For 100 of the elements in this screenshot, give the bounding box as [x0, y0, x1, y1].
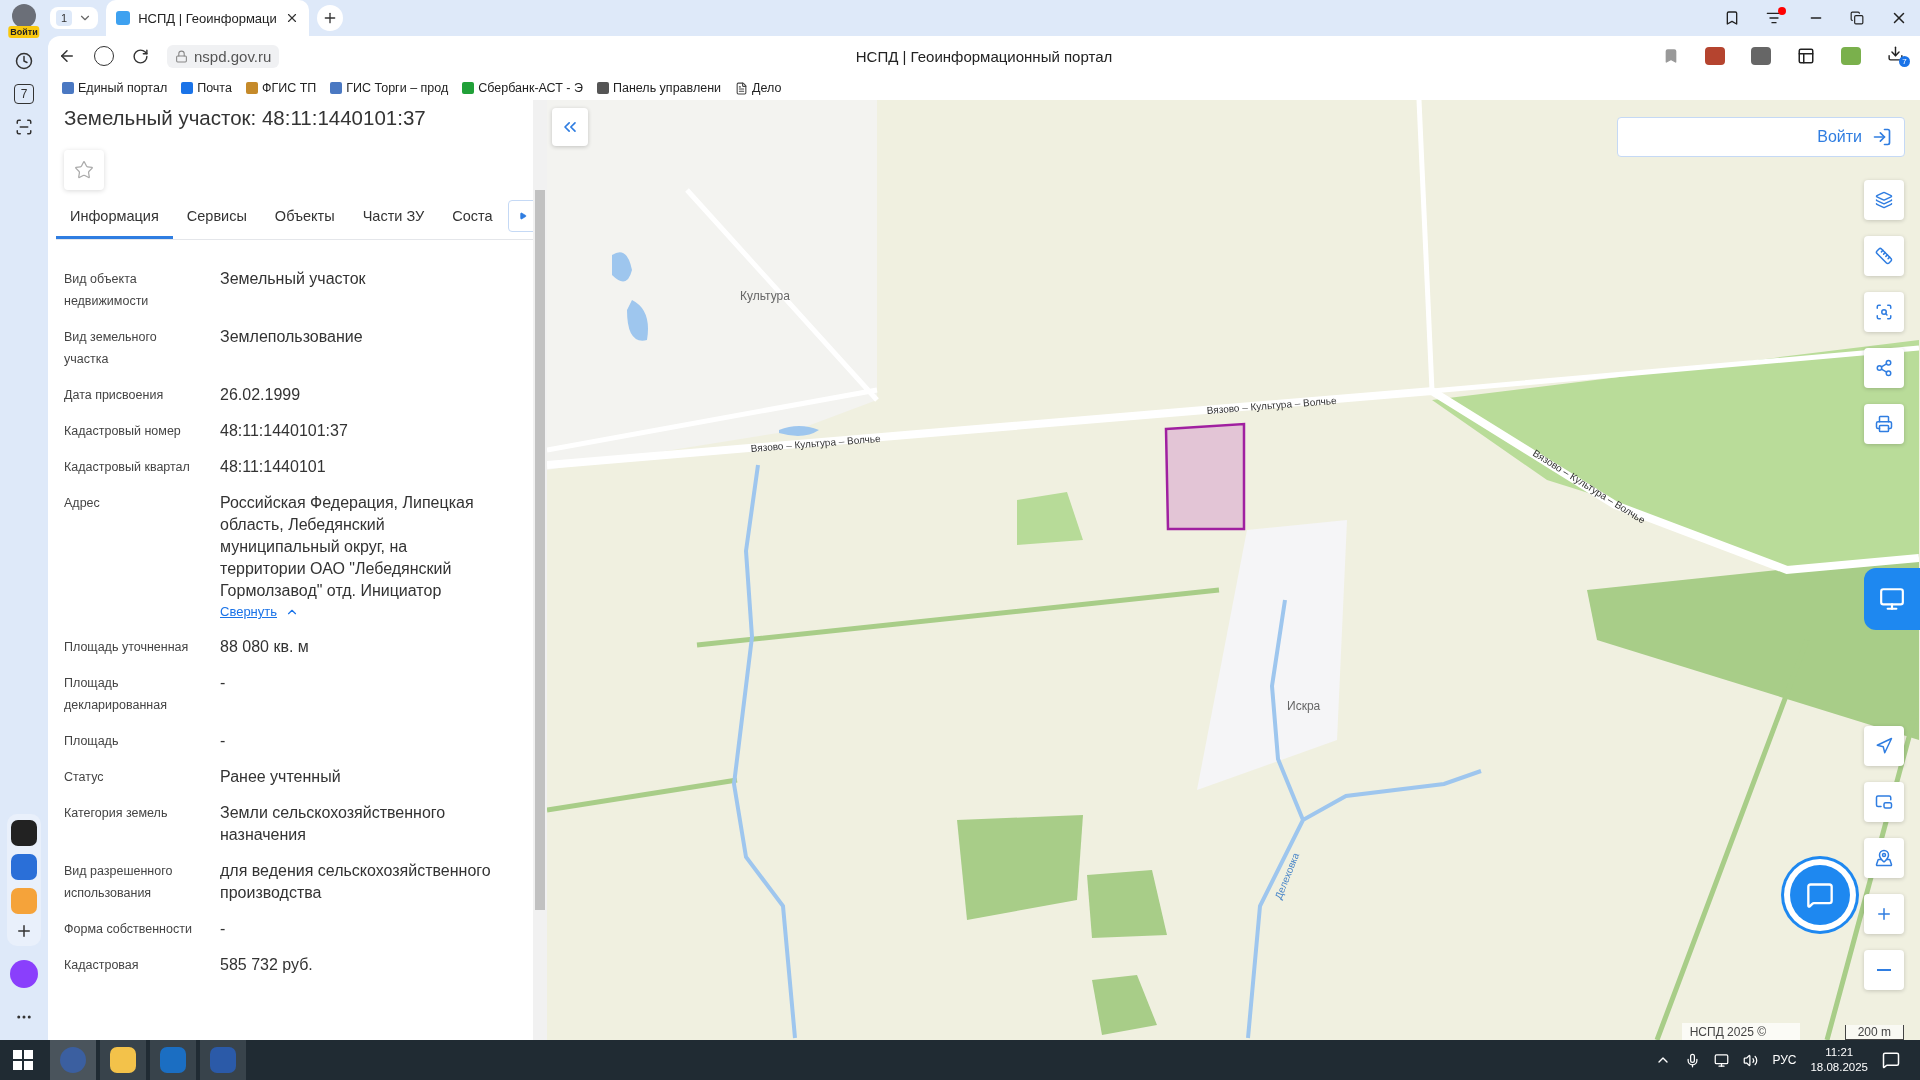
- field-value: Земли сельскохозяйственного назначения: [220, 803, 447, 845]
- site-icon: [245, 82, 258, 94]
- collapse-panel-button[interactable]: [552, 108, 588, 146]
- page-title: НСПД | Геоинформационный портал: [855, 47, 1113, 65]
- bookmark-link[interactable]: Дело: [735, 81, 782, 95]
- notification-dot: [1778, 7, 1786, 15]
- site-icon: [330, 82, 343, 94]
- history-icon[interactable]: [15, 52, 33, 70]
- browser-tab[interactable]: НСПД | Геоинформаци: [106, 0, 309, 36]
- lock-icon: [175, 49, 188, 63]
- field-label: Кадастровая: [64, 957, 140, 974]
- sign-in-badge[interactable]: Войти: [8, 26, 40, 38]
- side-panel-button[interactable]: [1864, 568, 1920, 630]
- woodland-patch: [1092, 975, 1157, 1035]
- place-search-button[interactable]: [1864, 838, 1904, 878]
- assistant-icon[interactable]: [10, 960, 38, 988]
- restore-icon[interactable]: [1850, 11, 1864, 25]
- bookmarks-icon[interactable]: [1724, 10, 1740, 26]
- microphone-icon[interactable]: [1685, 1052, 1701, 1068]
- tab-counter[interactable]: 1: [50, 7, 99, 29]
- minimap-button[interactable]: [1864, 782, 1904, 822]
- field-label: Кадастровый квартал: [64, 459, 191, 476]
- extension-icon[interactable]: [1797, 47, 1815, 65]
- panel-tab[interactable]: Информация: [56, 208, 173, 239]
- chat-icon: [1806, 881, 1834, 909]
- field-value: Землепользование: [220, 327, 364, 347]
- zoom-in-button[interactable]: [1864, 894, 1904, 934]
- folder-icon: [110, 1047, 136, 1073]
- field-label: Площадь уточненная: [64, 639, 190, 656]
- area-search-button[interactable]: [1864, 292, 1904, 332]
- site-icon: [181, 82, 194, 94]
- add-icon[interactable]: [15, 922, 33, 940]
- notifications-icon[interactable]: [1882, 1051, 1900, 1069]
- ruler-button[interactable]: [1864, 236, 1904, 276]
- back-icon[interactable]: [58, 47, 76, 65]
- bookmark-link[interactable]: Сбербанк-АСТ - Э: [462, 81, 583, 95]
- panel-tab[interactable]: Сервисы: [172, 208, 261, 239]
- field-value: 585 732 руб.: [220, 955, 314, 975]
- scrollbar[interactable]: [533, 100, 547, 1040]
- tabs-scroll-button[interactable]: [508, 200, 533, 232]
- print-icon: [1875, 415, 1893, 433]
- panel-tab[interactable]: Части ЗУ: [348, 208, 439, 239]
- field-label: Категория земель: [64, 805, 169, 822]
- field-label: Вид объекта недвижимости: [64, 271, 150, 310]
- layers-icon: [1875, 191, 1893, 209]
- field-label: Адрес: [64, 495, 101, 512]
- field-label: Статус: [64, 769, 105, 786]
- road-label: Вязово – Культура – Волчье: [1206, 394, 1337, 416]
- share-button[interactable]: [1864, 348, 1904, 388]
- app-icon[interactable]: [11, 820, 37, 846]
- collapse-link[interactable]: Свернуть: [220, 602, 277, 622]
- field-value: -: [220, 919, 227, 939]
- language-indicator[interactable]: РУС: [1772, 1053, 1797, 1067]
- bookmark-link[interactable]: Почта: [181, 81, 232, 95]
- panel-tab[interactable]: Соста: [438, 208, 507, 239]
- minus-icon: [1877, 969, 1891, 971]
- print-button[interactable]: [1864, 404, 1904, 444]
- star-icon: [74, 160, 94, 180]
- field-label: Вид земельного участка: [64, 329, 158, 368]
- field-value: 26.02.1999: [220, 385, 302, 405]
- field-label: Вид разрешенного использования: [64, 863, 174, 902]
- volume-icon[interactable]: [1743, 1052, 1759, 1068]
- clock[interactable]: 11:21 18.08.2025: [1810, 1045, 1868, 1075]
- navigation-arrow-icon: [1875, 737, 1893, 755]
- bookmark-link[interactable]: Панель управлени: [596, 81, 722, 95]
- bookmark-link[interactable]: ГИС Торги – прод: [330, 81, 449, 95]
- road-label: Вязово – Культура – Волчье: [750, 432, 881, 454]
- network-icon[interactable]: [1714, 1052, 1730, 1068]
- folder-taskbar-button[interactable]: [100, 1040, 146, 1080]
- bookmark-link[interactable]: ФГИС ТП: [245, 81, 317, 95]
- reload-icon[interactable]: [132, 47, 149, 65]
- field-value: 48:11:1440101:37: [220, 421, 349, 441]
- calendar-icon[interactable]: 7: [14, 84, 34, 104]
- bookmark-icon[interactable]: [1663, 48, 1679, 64]
- locate-button[interactable]: [1864, 726, 1904, 766]
- place-label: Культура: [740, 289, 790, 303]
- field-value: 48:11:1440101: [220, 457, 327, 477]
- field-value: Земельный участок: [220, 269, 367, 289]
- login-button[interactable]: Войти: [1617, 117, 1905, 157]
- layers-button[interactable]: [1864, 180, 1904, 220]
- new-tab-button[interactable]: [316, 5, 343, 31]
- parcel-title: Земельный участок: 48:11:1440101:37: [64, 106, 427, 130]
- address-bar[interactable]: nspd.gov.ru: [167, 44, 280, 68]
- field-value: -: [220, 731, 227, 751]
- field-value: -: [220, 673, 227, 693]
- play-icon: [519, 212, 527, 220]
- screenshot-icon[interactable]: [15, 118, 33, 136]
- plus-icon: [1875, 905, 1893, 923]
- field-value: 88 080 кв. м: [220, 637, 310, 657]
- document-icon: [735, 81, 749, 95]
- search-icon: [1875, 303, 1893, 321]
- scale-bar: 200 m: [1844, 1025, 1904, 1040]
- map-pin-icon: [1875, 849, 1893, 867]
- panel-tab[interactable]: Объекты: [260, 208, 349, 239]
- ruler-icon: [1875, 247, 1893, 265]
- document-icon: [210, 1047, 236, 1073]
- field-label: Дата присвоения: [64, 387, 165, 404]
- site-icon: [116, 11, 131, 25]
- bookmark-link[interactable]: Единый портал: [62, 81, 168, 95]
- field-label: Кадастровый номер: [64, 423, 182, 440]
